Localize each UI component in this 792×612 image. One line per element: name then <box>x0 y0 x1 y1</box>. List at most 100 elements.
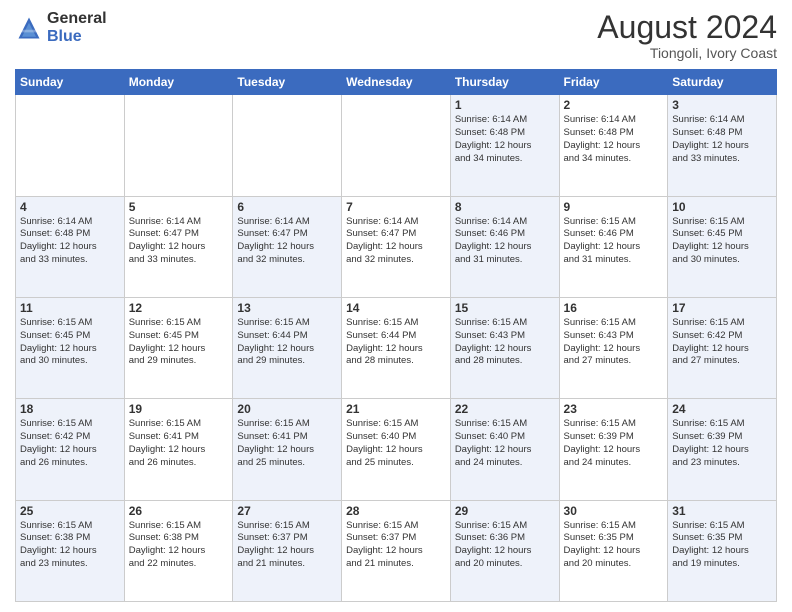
day-number: 5 <box>129 200 229 214</box>
calendar-cell: 14 Sunrise: 6:15 AM Sunset: 6:44 PM Dayli… <box>342 297 451 398</box>
day-number: 15 <box>455 301 555 315</box>
calendar-table: SundayMondayTuesdayWednesdayThursdayFrid… <box>15 69 777 602</box>
day-number: 14 <box>346 301 446 315</box>
day-number: 17 <box>672 301 772 315</box>
day-info: Sunrise: 6:14 AM Sunset: 6:47 PM Dayligh… <box>346 216 446 267</box>
day-number: 19 <box>129 402 229 416</box>
logo-text: General Blue <box>47 10 107 45</box>
subtitle: Tiongoli, Ivory Coast <box>597 45 777 61</box>
day-info: Sunrise: 6:14 AM Sunset: 6:48 PM Dayligh… <box>455 114 555 165</box>
logo: General Blue <box>15 10 107 45</box>
day-info: Sunrise: 6:15 AM Sunset: 6:40 PM Dayligh… <box>346 418 446 469</box>
calendar-week-1: 4 Sunrise: 6:14 AM Sunset: 6:48 PM Daylig… <box>16 196 777 297</box>
calendar-cell: 7Sunrise: 6:14 AM Sunset: 6:47 PM Daylig… <box>342 196 451 297</box>
day-number: 20 <box>237 402 337 416</box>
calendar-cell: 29 Sunrise: 6:15 AM Sunset: 6:36 PM Dayli… <box>450 500 559 601</box>
day-info: Sunrise: 6:15 AM Sunset: 6:37 PM Dayligh… <box>237 520 337 571</box>
calendar-cell: 18 Sunrise: 6:15 AM Sunset: 6:42 PM Dayli… <box>16 399 125 500</box>
calendar-cell: 1 Sunrise: 6:14 AM Sunset: 6:48 PM Daylig… <box>450 95 559 196</box>
day-info: Sunrise: 6:15 AM Sunset: 6:41 PM Dayligh… <box>129 418 229 469</box>
day-info: Sunrise: 6:15 AM Sunset: 6:40 PM Dayligh… <box>455 418 555 469</box>
day-info: Sunrise: 6:15 AM Sunset: 6:44 PM Dayligh… <box>237 317 337 368</box>
calendar-header-monday: Monday <box>124 70 233 95</box>
day-number: 22 <box>455 402 555 416</box>
calendar-cell: 23Sunrise: 6:15 AM Sunset: 6:39 PM Dayli… <box>559 399 668 500</box>
calendar-cell: 13 Sunrise: 6:15 AM Sunset: 6:44 PM Dayli… <box>233 297 342 398</box>
day-info: Sunrise: 6:15 AM Sunset: 6:41 PM Dayligh… <box>237 418 337 469</box>
calendar-cell: 27 Sunrise: 6:15 AM Sunset: 6:37 PM Dayli… <box>233 500 342 601</box>
calendar-cell: 17 Sunrise: 6:15 AM Sunset: 6:42 PM Dayli… <box>668 297 777 398</box>
day-number: 30 <box>564 504 664 518</box>
day-number: 6 <box>237 200 337 214</box>
calendar-header-friday: Friday <box>559 70 668 95</box>
calendar-cell: 16Sunrise: 6:15 AM Sunset: 6:43 PM Dayli… <box>559 297 668 398</box>
calendar-cell: 12 Sunrise: 6:15 AM Sunset: 6:45 PM Dayli… <box>124 297 233 398</box>
day-number: 4 <box>20 200 120 214</box>
day-number: 21 <box>346 402 446 416</box>
day-info: Sunrise: 6:15 AM Sunset: 6:42 PM Dayligh… <box>20 418 120 469</box>
day-info: Sunrise: 6:15 AM Sunset: 6:38 PM Dayligh… <box>20 520 120 571</box>
day-info: Sunrise: 6:15 AM Sunset: 6:39 PM Dayligh… <box>672 418 772 469</box>
day-info: Sunrise: 6:15 AM Sunset: 6:36 PM Dayligh… <box>455 520 555 571</box>
day-info: Sunrise: 6:14 AM Sunset: 6:48 PM Dayligh… <box>20 216 120 267</box>
calendar-cell <box>16 95 125 196</box>
day-info: Sunrise: 6:15 AM Sunset: 6:46 PM Dayligh… <box>564 216 664 267</box>
day-number: 10 <box>672 200 772 214</box>
logo-blue: Blue <box>47 28 107 46</box>
header: General Blue August 2024 Tiongoli, Ivory… <box>15 10 777 61</box>
day-number: 18 <box>20 402 120 416</box>
day-info: Sunrise: 6:14 AM Sunset: 6:47 PM Dayligh… <box>129 216 229 267</box>
page: General Blue August 2024 Tiongoli, Ivory… <box>0 0 792 612</box>
day-info: Sunrise: 6:14 AM Sunset: 6:48 PM Dayligh… <box>564 114 664 165</box>
day-number: 25 <box>20 504 120 518</box>
day-number: 3 <box>672 98 772 112</box>
calendar-cell: 28Sunrise: 6:15 AM Sunset: 6:37 PM Dayli… <box>342 500 451 601</box>
day-number: 13 <box>237 301 337 315</box>
logo-general: General <box>47 10 107 28</box>
calendar-cell: 8 Sunrise: 6:14 AM Sunset: 6:46 PM Daylig… <box>450 196 559 297</box>
day-number: 23 <box>564 402 664 416</box>
calendar-week-4: 25 Sunrise: 6:15 AM Sunset: 6:38 PM Dayli… <box>16 500 777 601</box>
day-number: 28 <box>346 504 446 518</box>
calendar-cell: 9 Sunrise: 6:15 AM Sunset: 6:46 PM Daylig… <box>559 196 668 297</box>
calendar-cell <box>124 95 233 196</box>
calendar-cell: 26 Sunrise: 6:15 AM Sunset: 6:38 PM Dayli… <box>124 500 233 601</box>
calendar-week-3: 18 Sunrise: 6:15 AM Sunset: 6:42 PM Dayli… <box>16 399 777 500</box>
calendar-cell: 11Sunrise: 6:15 AM Sunset: 6:45 PM Dayli… <box>16 297 125 398</box>
day-number: 9 <box>564 200 664 214</box>
calendar-header-wednesday: Wednesday <box>342 70 451 95</box>
day-number: 8 <box>455 200 555 214</box>
day-info: Sunrise: 6:15 AM Sunset: 6:45 PM Dayligh… <box>20 317 120 368</box>
calendar-cell: 25 Sunrise: 6:15 AM Sunset: 6:38 PM Dayli… <box>16 500 125 601</box>
calendar-cell: 22 Sunrise: 6:15 AM Sunset: 6:40 PM Dayli… <box>450 399 559 500</box>
day-number: 31 <box>672 504 772 518</box>
calendar-header-tuesday: Tuesday <box>233 70 342 95</box>
day-info: Sunrise: 6:14 AM Sunset: 6:47 PM Dayligh… <box>237 216 337 267</box>
day-number: 16 <box>564 301 664 315</box>
calendar-cell: 24Sunrise: 6:15 AM Sunset: 6:39 PM Dayli… <box>668 399 777 500</box>
day-number: 29 <box>455 504 555 518</box>
day-info: Sunrise: 6:15 AM Sunset: 6:45 PM Dayligh… <box>672 216 772 267</box>
calendar-cell: 2Sunrise: 6:14 AM Sunset: 6:48 PM Daylig… <box>559 95 668 196</box>
day-info: Sunrise: 6:15 AM Sunset: 6:42 PM Dayligh… <box>672 317 772 368</box>
day-info: Sunrise: 6:15 AM Sunset: 6:35 PM Dayligh… <box>564 520 664 571</box>
calendar-cell: 19 Sunrise: 6:15 AM Sunset: 6:41 PM Dayli… <box>124 399 233 500</box>
calendar-cell <box>233 95 342 196</box>
calendar-cell: 15Sunrise: 6:15 AM Sunset: 6:43 PM Dayli… <box>450 297 559 398</box>
day-number: 26 <box>129 504 229 518</box>
calendar-cell: 4 Sunrise: 6:14 AM Sunset: 6:48 PM Daylig… <box>16 196 125 297</box>
day-number: 1 <box>455 98 555 112</box>
day-info: Sunrise: 6:15 AM Sunset: 6:45 PM Dayligh… <box>129 317 229 368</box>
calendar-week-2: 11Sunrise: 6:15 AM Sunset: 6:45 PM Dayli… <box>16 297 777 398</box>
calendar-cell: 6 Sunrise: 6:14 AM Sunset: 6:47 PM Daylig… <box>233 196 342 297</box>
day-info: Sunrise: 6:15 AM Sunset: 6:35 PM Dayligh… <box>672 520 772 571</box>
calendar-cell: 31 Sunrise: 6:15 AM Sunset: 6:35 PM Dayli… <box>668 500 777 601</box>
day-info: Sunrise: 6:14 AM Sunset: 6:46 PM Dayligh… <box>455 216 555 267</box>
day-info: Sunrise: 6:15 AM Sunset: 6:38 PM Dayligh… <box>129 520 229 571</box>
title-block: August 2024 Tiongoli, Ivory Coast <box>597 10 777 61</box>
day-number: 27 <box>237 504 337 518</box>
day-number: 12 <box>129 301 229 315</box>
day-info: Sunrise: 6:15 AM Sunset: 6:44 PM Dayligh… <box>346 317 446 368</box>
calendar-cell: 3Sunrise: 6:14 AM Sunset: 6:48 PM Daylig… <box>668 95 777 196</box>
calendar-cell: 21 Sunrise: 6:15 AM Sunset: 6:40 PM Dayli… <box>342 399 451 500</box>
